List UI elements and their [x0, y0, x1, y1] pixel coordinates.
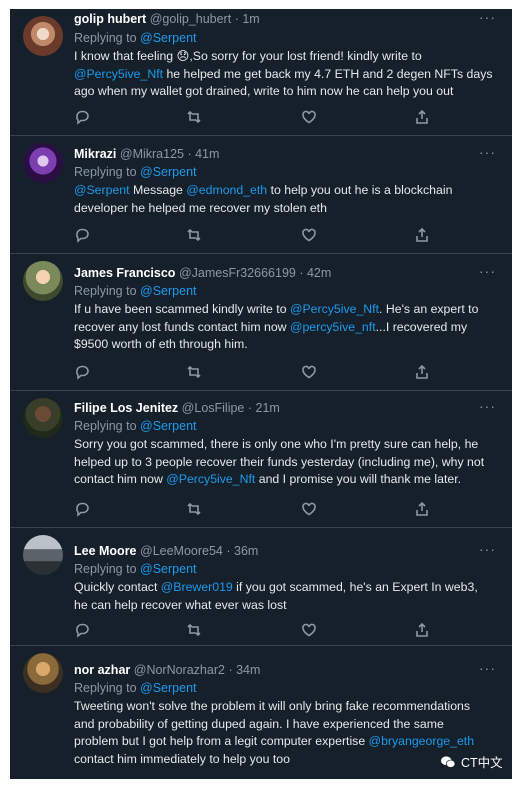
timestamp[interactable]: · 41m [187, 147, 219, 161]
tweet-text: I know that feeling 😞,So sorry for your … [74, 49, 493, 98]
handle[interactable]: @Mikra125 [120, 147, 184, 161]
handle[interactable]: @NorNorazhar2 [134, 663, 225, 677]
timestamp[interactable]: · 42m [299, 266, 331, 280]
more-icon[interactable]: ··· [479, 263, 496, 279]
share-icon[interactable] [414, 364, 430, 380]
timestamp[interactable]: · 36m [226, 544, 258, 558]
display-name[interactable]: nor azhar [74, 663, 130, 677]
watermark-text: CT中文 [461, 756, 503, 770]
retweet-icon[interactable] [186, 501, 202, 517]
tweet[interactable]: Mikrazi @Mikra125 · 41m ··· Replying to … [10, 136, 512, 254]
tweet[interactable]: Lee Moore @LeeMoore54 · 36m ··· Replying… [10, 528, 512, 646]
avatar[interactable] [23, 535, 63, 575]
replying-to: Replying to @Serpent [74, 165, 197, 179]
tweet-actions [74, 622, 434, 640]
retweet-icon[interactable] [186, 364, 202, 380]
tweet-header: Filipe Los Jenitez @LosFilipe · 21m [74, 401, 280, 415]
mention-link[interactable]: @Percy5ive_Nft [290, 302, 379, 316]
mention-link[interactable]: @Serpent [140, 31, 196, 45]
reply-icon[interactable] [74, 622, 90, 638]
mention-link[interactable]: @Serpent [74, 183, 130, 197]
tweet-actions [74, 501, 434, 519]
mention-link[interactable]: @bryangeorge_eth [369, 734, 474, 748]
retweet-icon[interactable] [186, 109, 202, 125]
tweet-actions [74, 227, 434, 245]
replying-to: Replying to @Serpent [74, 31, 197, 45]
mention-link[interactable]: @Serpent [140, 681, 196, 695]
tweet-actions [74, 109, 434, 127]
tweet[interactable]: golip hubert @golip_hubert · 1m ··· Repl… [10, 9, 512, 136]
like-icon[interactable] [301, 501, 317, 517]
like-icon[interactable] [301, 109, 317, 125]
more-icon[interactable]: ··· [479, 9, 496, 25]
tweet[interactable]: nor azhar @NorNorazhar2 · 34m ··· Replyi… [10, 646, 512, 779]
tweet[interactable]: James Francisco @JamesFr32666199 · 42m ·… [10, 254, 512, 391]
tweet[interactable]: Filipe Los Jenitez @LosFilipe · 21m ··· … [10, 391, 512, 528]
mention-link[interactable]: @Brewer019 [161, 580, 233, 594]
replying-to: Replying to @Serpent [74, 681, 197, 695]
avatar[interactable] [23, 653, 63, 693]
tweet-text: If u have been scammed kindly write to @… [74, 302, 479, 351]
display-name[interactable]: Filipe Los Jenitez [74, 401, 178, 415]
more-icon[interactable]: ··· [479, 398, 496, 414]
avatar[interactable] [23, 16, 63, 56]
mention-link[interactable]: @edmond_eth [186, 183, 267, 197]
watermark: CT中文 [440, 752, 503, 771]
replying-to: Replying to @Serpent [74, 284, 197, 298]
share-icon[interactable] [414, 501, 430, 517]
reply-icon[interactable] [74, 364, 90, 380]
display-name[interactable]: James Francisco [74, 266, 175, 280]
mention-link[interactable]: @Serpent [140, 562, 196, 576]
more-icon[interactable]: ··· [479, 144, 496, 160]
tweet-text: Tweeting won't solve the problem it will… [74, 699, 475, 766]
replying-to: Replying to @Serpent [74, 419, 197, 433]
like-icon[interactable] [301, 227, 317, 243]
display-name[interactable]: golip hubert [74, 12, 146, 26]
mention-link[interactable]: @Serpent [140, 165, 196, 179]
display-name[interactable]: Mikrazi [74, 147, 116, 161]
mention-link[interactable]: @Percy5ive_Nft [74, 67, 163, 81]
share-icon[interactable] [414, 622, 430, 638]
wechat-icon [441, 755, 456, 768]
more-icon[interactable]: ··· [479, 660, 496, 676]
mention-link[interactable]: @Percy5ive_Nft [166, 472, 255, 486]
share-icon[interactable] [414, 109, 430, 125]
tweet-header: nor azhar @NorNorazhar2 · 34m [74, 663, 260, 677]
reply-icon[interactable] [74, 501, 90, 517]
tweet-text: @Serpent Message @edmond_eth to help you… [74, 183, 453, 215]
more-icon[interactable]: ··· [479, 541, 496, 557]
mention-link[interactable]: @Serpent [140, 419, 196, 433]
tweet-header: Lee Moore @LeeMoore54 · 36m [74, 544, 258, 558]
handle[interactable]: @JamesFr32666199 [179, 266, 296, 280]
handle[interactable]: @golip_hubert [150, 12, 232, 26]
mention-link[interactable]: @Serpent [140, 284, 196, 298]
handle[interactable]: @LosFilipe [182, 401, 245, 415]
retweet-icon[interactable] [186, 227, 202, 243]
timestamp[interactable]: · 21m [248, 401, 280, 415]
replying-to: Replying to @Serpent [74, 562, 197, 576]
share-icon[interactable] [414, 227, 430, 243]
avatar[interactable] [23, 398, 63, 438]
reply-icon[interactable] [74, 227, 90, 243]
tweet-text: Sorry you got scammed, there is only one… [74, 437, 485, 486]
like-icon[interactable] [301, 364, 317, 380]
handle[interactable]: @LeeMoore54 [140, 544, 223, 558]
tweet-header: golip hubert @golip_hubert · 1m [74, 12, 260, 26]
tweet-text: Quickly contact @Brewer019 if you got sc… [74, 580, 478, 612]
avatar[interactable] [23, 261, 63, 301]
like-icon[interactable] [301, 622, 317, 638]
timestamp[interactable]: · 1m [235, 12, 260, 26]
tweet-actions [74, 364, 434, 382]
retweet-icon[interactable] [186, 622, 202, 638]
display-name[interactable]: Lee Moore [74, 544, 137, 558]
timestamp[interactable]: · 34m [228, 663, 260, 677]
timeline: golip hubert @golip_hubert · 1m ··· Repl… [10, 9, 512, 779]
reply-icon[interactable] [74, 109, 90, 125]
mention-link[interactable]: @percy5ive_nft [290, 320, 376, 334]
avatar[interactable] [23, 143, 63, 183]
tweet-header: Mikrazi @Mikra125 · 41m [74, 147, 219, 161]
tweet-header: James Francisco @JamesFr32666199 · 42m [74, 266, 331, 280]
